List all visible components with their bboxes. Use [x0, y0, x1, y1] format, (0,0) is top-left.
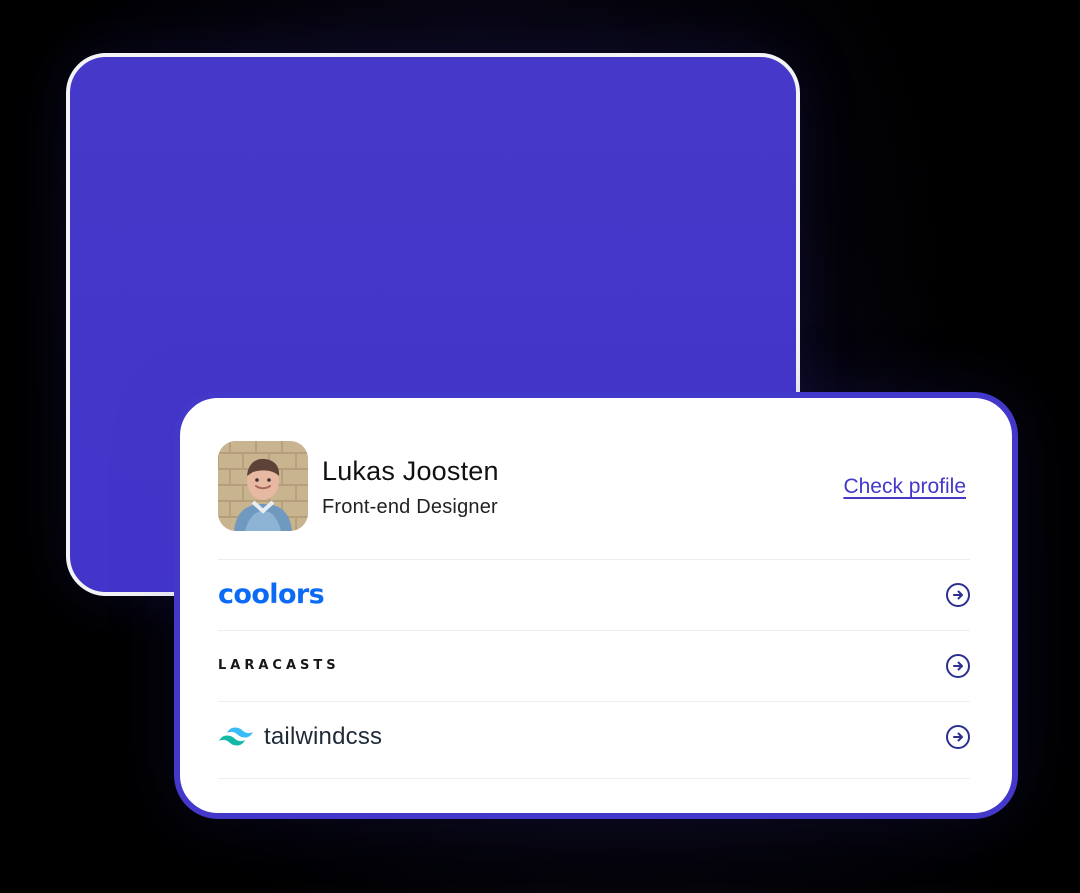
company-list: coolors LARACASTS tailwindcss: [218, 559, 970, 779]
profile-card: Lukas Joosten Front-end Designer Check p…: [174, 392, 1018, 819]
profile-photo-icon: [218, 441, 308, 531]
tailwind-wave-icon: [219, 727, 253, 746]
coolors-wordmark: coolors: [218, 579, 325, 610]
check-profile-link[interactable]: Check profile: [843, 475, 966, 499]
company-row-tailwindcss[interactable]: tailwindcss: [218, 701, 970, 779]
laracasts-logo: LARACASTS: [218, 649, 340, 683]
avatar: [218, 441, 308, 531]
company-row-coolors[interactable]: coolors: [218, 559, 970, 630]
profile-header: Lukas Joosten Front-end Designer Check p…: [218, 441, 970, 537]
laracasts-wordmark: LARACASTS: [218, 658, 340, 673]
profile-name: Lukas Joosten: [322, 456, 499, 486]
profile-role: Front-end Designer: [322, 496, 498, 518]
profile-preview-scene: Lukas Joosten Front-end Designer Check p…: [0, 0, 1080, 893]
tailwindcss-logo: tailwindcss: [218, 720, 382, 754]
arrow-right-circle-icon[interactable]: [946, 725, 970, 749]
company-row-laracasts[interactable]: LARACASTS: [218, 630, 970, 701]
coolors-logo: coolors: [218, 578, 325, 612]
tailwindcss-wordmark: tailwindcss: [264, 723, 383, 750]
arrow-right-circle-icon[interactable]: [946, 654, 970, 678]
arrow-right-circle-icon[interactable]: [946, 583, 970, 607]
